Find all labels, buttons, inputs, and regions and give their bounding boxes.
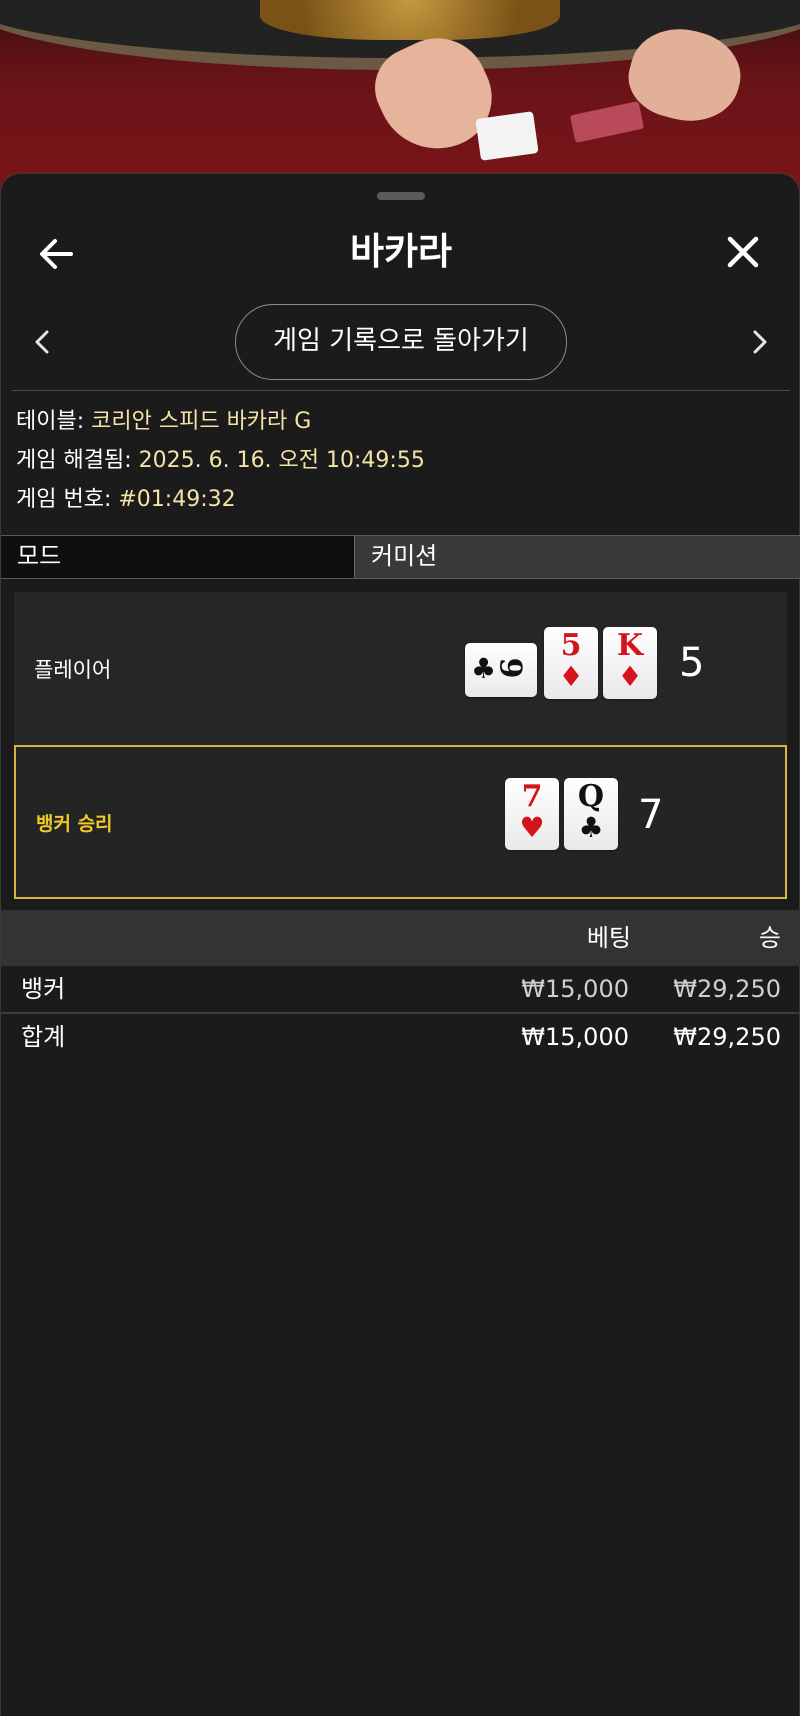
total-win: ₩29,250 xyxy=(673,1023,781,1051)
resolved-value: 2025. 6. 16. 오전 10:49:55 xyxy=(138,448,425,473)
total-label: 합계 xyxy=(21,1023,66,1051)
game-detail-sheet: 바카라 게임 기록으로 돌아가기 테이블: 코리안 스피드 바카라 G 게임 해… xyxy=(0,173,800,1716)
table-card-back xyxy=(569,101,645,143)
diamond-icon: ♦ xyxy=(558,660,584,693)
history-nav: 게임 기록으로 돌아가기 xyxy=(1,302,800,382)
card-rank: Q xyxy=(577,779,605,814)
previous-game-chevron-icon[interactable] xyxy=(25,322,61,362)
table-value: 코리안 스피드 바카라 G xyxy=(91,409,312,434)
table-label: 테이블: xyxy=(16,409,85,434)
live-video-feed xyxy=(0,0,800,200)
divider xyxy=(12,390,790,391)
card-rank: 5 xyxy=(560,628,582,663)
heart-icon: ♥ xyxy=(519,811,545,844)
resolved-label: 게임 해결됨: xyxy=(16,448,132,473)
bet-name: 뱅커 xyxy=(21,975,66,1003)
bet-amount: ₩15,000 xyxy=(521,975,629,1003)
game-number-value: #01:49:32 xyxy=(118,487,236,512)
player-label: 플레이어 xyxy=(34,658,112,682)
diamond-icon: ♦ xyxy=(617,660,643,693)
game-number-label: 게임 번호: xyxy=(16,487,112,512)
banker-score: 7 xyxy=(638,792,664,838)
player-card-2: 5 ♦ xyxy=(544,627,598,699)
win-amount: ₩29,250 xyxy=(673,975,781,1003)
mode-bar: 모드 커미션 xyxy=(1,535,800,579)
club-icon: ♣ xyxy=(578,811,604,844)
banker-card-2: Q ♣ xyxy=(564,778,618,850)
banker-hand: 뱅커 승리 7 ♥ Q ♣ 7 xyxy=(14,745,787,899)
sheet-header: 바카라 xyxy=(1,214,800,294)
back-to-history-button[interactable]: 게임 기록으로 돌아가기 xyxy=(235,304,567,380)
banker-card-1: 7 ♥ xyxy=(505,778,559,850)
drag-handle[interactable] xyxy=(377,192,425,200)
close-icon[interactable] xyxy=(719,228,767,276)
player-card-3: K ♦ xyxy=(603,627,657,699)
resolved-info: 게임 해결됨: 2025. 6. 16. 오전 10:49:55 xyxy=(16,447,425,475)
player-hand: 플레이어 ♣ 9 5 ♦ K ♦ 5 xyxy=(14,592,787,746)
table-info: 테이블: 코리안 스피드 바카라 G xyxy=(16,408,311,436)
table-card xyxy=(475,111,539,161)
player-score: 5 xyxy=(679,640,705,686)
card-rank: 9 xyxy=(492,657,528,679)
card-rank: 7 xyxy=(521,779,543,814)
tab-commission[interactable]: 커미션 xyxy=(354,536,800,578)
table-row: 뱅커 ₩15,000 ₩29,250 xyxy=(1,966,800,1012)
dealer-figure xyxy=(260,0,560,40)
total-bet: ₩15,000 xyxy=(521,1023,629,1051)
tab-mode[interactable]: 모드 xyxy=(1,536,354,578)
next-game-chevron-icon[interactable] xyxy=(741,322,777,362)
card-rank: K xyxy=(616,628,644,663)
col-bet: 베팅 xyxy=(586,924,631,952)
bets-table-header: 베팅 승 xyxy=(1,910,800,966)
col-win: 승 xyxy=(758,924,781,952)
page-title: 바카라 xyxy=(349,230,453,273)
total-row: 합계 ₩15,000 ₩29,250 xyxy=(1,1014,800,1060)
banker-win-label: 뱅커 승리 xyxy=(36,812,113,835)
player-card-1: ♣ 9 xyxy=(465,643,537,697)
game-number-info: 게임 번호: #01:49:32 xyxy=(16,486,236,514)
